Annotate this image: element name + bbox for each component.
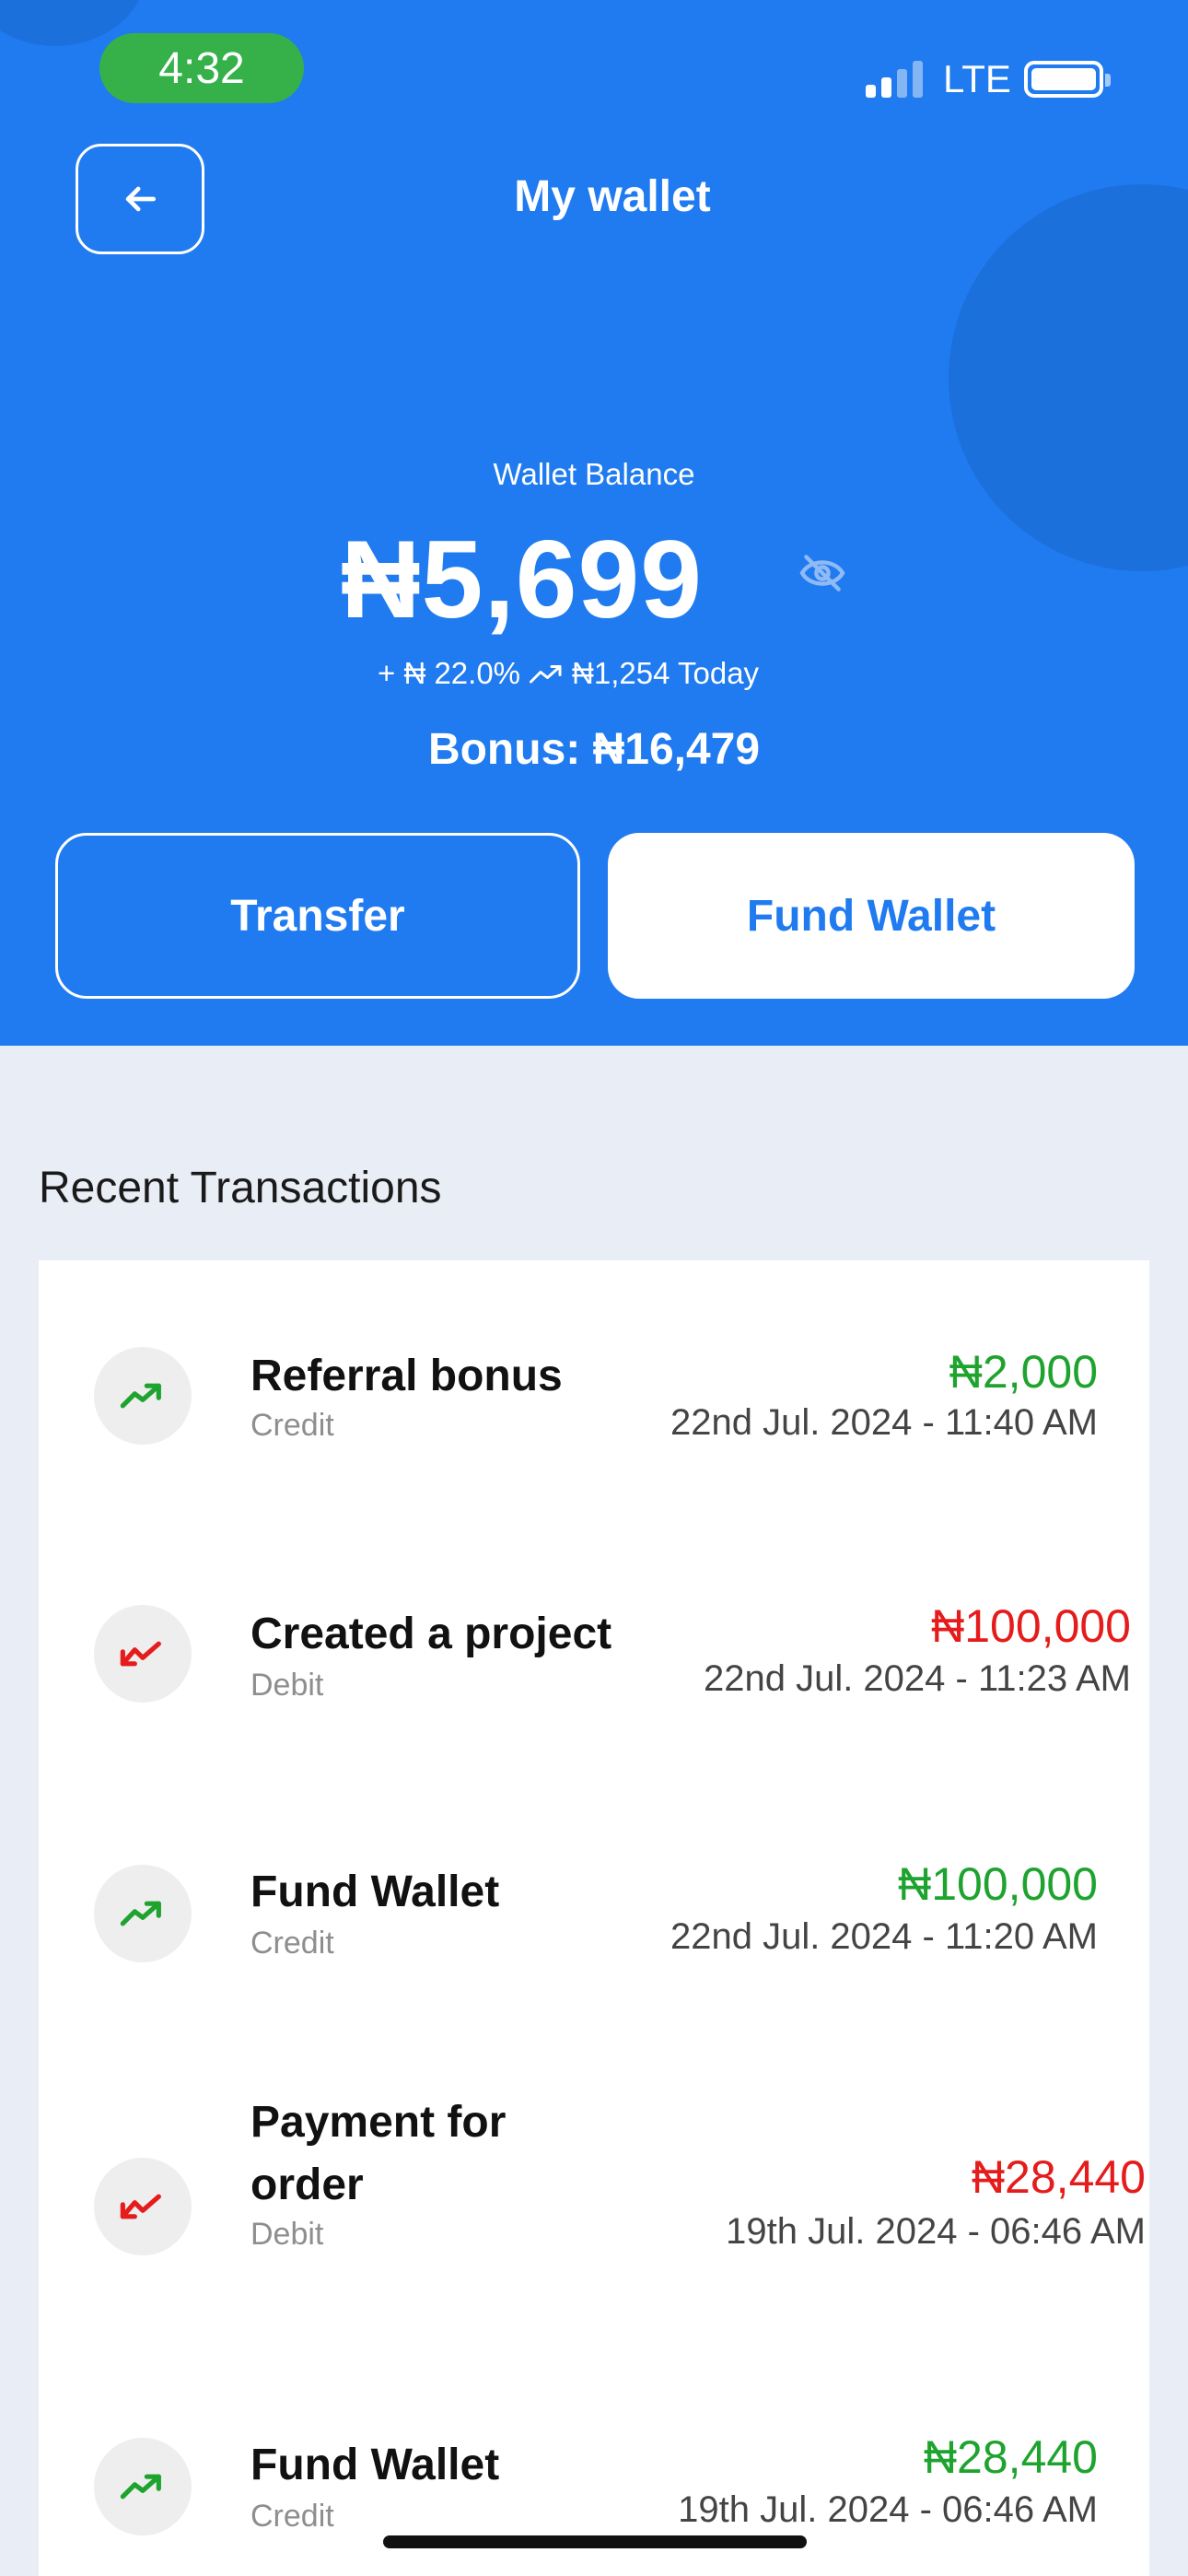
transaction-amount: ₦2,000 <box>949 1346 1098 1398</box>
fund-wallet-button[interactable]: Fund Wallet <box>608 833 1135 999</box>
change-percent: + ₦ 22.0% <box>378 656 521 690</box>
transaction-type: Credit <box>250 1408 334 1443</box>
trending-down-icon <box>94 1605 192 1703</box>
page-title: My wallet <box>514 172 711 221</box>
status-time: 4:32 <box>99 33 304 103</box>
transaction-amount: ₦28,440 <box>971 2151 1146 2203</box>
transaction-title: Fund Wallet <box>250 1868 500 1916</box>
transaction-title: Fund Wallet <box>250 2441 500 2489</box>
transaction-date: 19th Jul. 2024 - 06:46 AM <box>678 2489 1098 2530</box>
transaction-title: Referral bonus <box>250 1352 563 1400</box>
trending-up-icon <box>94 2438 192 2535</box>
transaction-amount: ₦28,440 <box>923 2431 1098 2483</box>
trending-up-icon <box>94 1865 192 1962</box>
transaction-date: 22nd Jul. 2024 - 11:40 AM <box>670 1402 1098 1443</box>
eye-off-icon[interactable] <box>798 553 847 593</box>
change-today: ₦1,254 Today <box>572 656 760 690</box>
balance-label: Wallet Balance <box>493 457 695 491</box>
transactions-list: Referral bonus Credit ₦2,000 22nd Jul. 2… <box>39 1260 1149 2576</box>
trending-up-icon <box>94 1347 192 1445</box>
wallet-header: 4:32 LTE My wallet Wallet Balance ₦5,699… <box>0 0 1188 1046</box>
bonus-balance: Bonus: ₦16,479 <box>427 725 761 774</box>
transaction-title: Created a project <box>250 1610 612 1658</box>
balance-amount: ₦5,699 <box>341 518 703 641</box>
signal-icon <box>866 61 928 98</box>
transaction-amount: ₦100,000 <box>931 1600 1131 1652</box>
recent-transactions-title: Recent Transactions <box>39 1164 442 1212</box>
network-label: LTE <box>943 57 1011 100</box>
transaction-amount: ₦100,000 <box>898 1858 1098 1910</box>
balance-change: + ₦ 22.0% ₦1,254 Today <box>378 656 759 691</box>
transaction-type: Credit <box>250 1926 334 1961</box>
transaction-date: 19th Jul. 2024 - 06:46 AM <box>726 2211 1146 2252</box>
trending-down-icon <box>94 2158 192 2255</box>
transaction-type: Debit <box>250 1668 324 1703</box>
trending-up-icon <box>530 665 562 684</box>
transaction-date: 22nd Jul. 2024 - 11:23 AM <box>703 1658 1131 1699</box>
home-indicator[interactable] <box>383 2535 807 2548</box>
transaction-date: 22nd Jul. 2024 - 11:20 AM <box>670 1916 1098 1957</box>
transaction-type: Debit <box>250 2217 324 2252</box>
battery-icon <box>1024 61 1111 98</box>
transfer-button[interactable]: Transfer <box>55 833 580 999</box>
decorative-circle <box>949 184 1188 571</box>
transaction-type: Credit <box>250 2499 334 2534</box>
transaction-title: Payment for order <box>250 2098 507 2209</box>
